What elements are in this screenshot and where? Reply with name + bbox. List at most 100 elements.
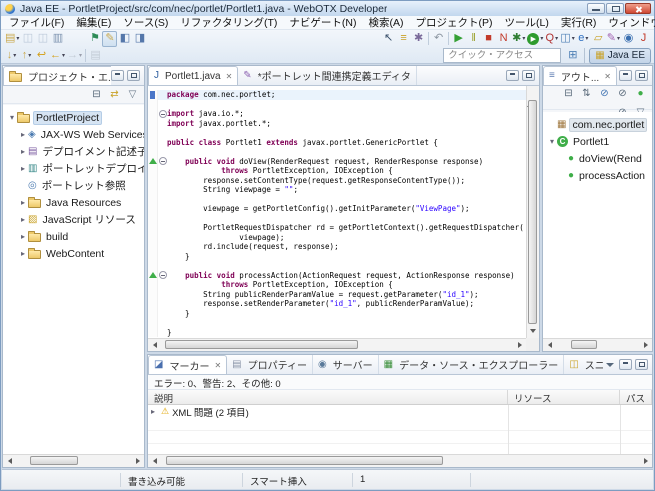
link-with-editor-button[interactable]: ⇄ — [107, 87, 122, 103]
close-button[interactable] — [625, 3, 651, 14]
scroll-right-icon[interactable] — [639, 339, 652, 351]
view-menu-button[interactable]: ▽ — [125, 87, 140, 103]
scrollbar-thumb[interactable] — [528, 100, 537, 324]
outline-item-processaction[interactable]: ●processAction — [543, 167, 652, 184]
tree-item-portlet-reference[interactable]: ◎ポートレット参照 — [3, 177, 144, 194]
collapse-fold-icon[interactable] — [159, 271, 167, 279]
view-menu-button[interactable] — [603, 359, 616, 370]
scroll-left-icon[interactable] — [543, 339, 556, 351]
minimize-view-button[interactable] — [619, 70, 632, 81]
code-line[interactable]: } — [148, 328, 526, 338]
tab-properties[interactable]: ▤プロパティー — [227, 355, 313, 374]
scroll-right-icon[interactable] — [513, 339, 526, 351]
menu-source[interactable]: ソース(S) — [117, 15, 174, 30]
code-line[interactable]: import java.io.*; — [148, 109, 526, 119]
code-editor[interactable]: package com.nec.portlet; import java.io.*… — [148, 86, 526, 338]
java-ee-perspective-button[interactable]: ▦ Java EE — [589, 48, 651, 64]
external-tools-button[interactable]: ✱ — [411, 31, 426, 47]
java-duke-button[interactable]: J — [636, 31, 651, 47]
tree-item-deployment-descriptor[interactable]: ▸▤デプロイメント記述子: Port — [3, 143, 144, 160]
collapse-all-button[interactable]: ⊟ — [89, 87, 104, 103]
collapse-fold-icon[interactable] — [159, 110, 167, 118]
debug-button[interactable]: ✱▾ — [511, 31, 526, 47]
code-line[interactable]: import javax.portlet.*; — [148, 119, 526, 129]
collapse-fold-icon[interactable] — [159, 157, 167, 165]
editor-hscrollbar[interactable] — [148, 338, 526, 351]
menu-project[interactable]: プロジェクト(P) — [409, 15, 498, 30]
save-all-button[interactable]: ◫ — [35, 31, 50, 47]
hide-fields-button[interactable]: ⊘ — [597, 86, 612, 102]
expander-icon[interactable]: ▸ — [18, 215, 28, 224]
code-line[interactable]: String viewpage = ""; — [148, 185, 526, 195]
highlight-toggle-button[interactable]: ✎ — [102, 31, 117, 47]
tree-item-java-resources[interactable]: ▸Java Resources — [3, 194, 144, 211]
close-icon[interactable]: ✕ — [214, 361, 221, 370]
code-line[interactable]: public void processAction(ActionRequest … — [148, 271, 526, 281]
menu-edit[interactable]: 編集(E) — [70, 15, 117, 30]
expander-icon[interactable]: ▸ — [18, 147, 28, 156]
scroll-left-icon[interactable] — [3, 455, 16, 467]
sort-button[interactable]: ⇅ — [579, 86, 594, 102]
minimize-button[interactable] — [587, 3, 605, 14]
internet-explorer-button[interactable]: e▾ — [576, 31, 591, 47]
tab-markers[interactable]: ◪マーカー✕ — [148, 355, 227, 374]
select-tool-button[interactable]: ↖ — [381, 31, 396, 47]
expander-icon[interactable]: ▸ — [148, 407, 158, 416]
print-button[interactable]: ▥ — [50, 31, 65, 47]
expander-icon[interactable]: ▸ — [18, 249, 28, 258]
close-icon[interactable]: ✕ — [226, 72, 233, 81]
tab-portlet1-java[interactable]: JPortlet1.java✕ — [148, 66, 238, 85]
suspend-button[interactable]: ‖ — [466, 31, 481, 47]
code-line[interactable]: viewpage = getPortletConfig().getInitPar… — [148, 204, 526, 214]
minimize-view-button[interactable] — [111, 70, 124, 81]
open-resource-button[interactable]: ▱ — [591, 31, 606, 47]
quick-access-input[interactable] — [443, 48, 561, 63]
editor-vscrollbar[interactable] — [526, 86, 539, 338]
skip-breakpoints-button[interactable]: N — [496, 31, 511, 47]
maximize-view-button[interactable] — [635, 70, 648, 81]
toggle-view-b-button[interactable]: ◨ — [132, 31, 147, 47]
menu-window[interactable]: ウィンドウ(W) — [602, 15, 655, 30]
tree-item-jaxws-web-services[interactable]: ▸◈JAX-WS Web Services — [3, 126, 144, 143]
code-line[interactable] — [148, 261, 526, 271]
annotate-button[interactable]: ✎▾ — [606, 31, 621, 47]
back-button[interactable]: ←▾ — [49, 48, 66, 64]
next-annotation-button[interactable]: ↓▾ — [4, 48, 19, 64]
mark-occurrences-button[interactable]: ≡ — [396, 31, 411, 47]
expander-icon[interactable]: ▸ — [18, 198, 28, 207]
scroll-right-icon[interactable] — [131, 455, 144, 467]
tab-portlet-editor[interactable]: ✎*ポートレット間連携定義エディタ — [238, 66, 417, 85]
code-line[interactable]: String publicRenderParamValue = request.… — [148, 290, 526, 300]
save-button[interactable]: ◫ — [20, 31, 35, 47]
maximize-editor-button[interactable] — [522, 70, 535, 81]
tree-item-build[interactable]: ▸build — [3, 228, 144, 245]
tab-project-explorer[interactable]: プロジェクト・エ...✕ — [3, 66, 111, 85]
code-line[interactable]: public void doView(RenderRequest request… — [148, 157, 526, 167]
column-description[interactable]: 説明 — [148, 390, 508, 404]
code-line[interactable]: public class Portlet1 extends javax.port… — [148, 138, 526, 148]
code-line[interactable]: package com.nec.portlet; — [148, 90, 526, 100]
outline-hscrollbar[interactable] — [543, 338, 652, 351]
scroll-right-icon[interactable] — [639, 455, 652, 467]
code-line[interactable]: response.setRenderParameter("id_1", publ… — [148, 299, 526, 309]
close-icon[interactable]: ✕ — [604, 72, 611, 81]
code-line[interactable]: viewpage); — [148, 233, 526, 243]
code-line[interactable]: throws PortletException, IOException { — [148, 280, 526, 290]
maximize-view-button[interactable] — [635, 359, 648, 370]
code-line[interactable] — [148, 195, 526, 205]
marker-row-xml-problems[interactable]: ▸⚠XML 問題 (2 項目) — [148, 405, 652, 418]
menu-refactor[interactable]: リファクタリング(T) — [174, 15, 283, 30]
tree-item-javascript-resources[interactable]: ▸▨JavaScript リソース — [3, 211, 144, 228]
previous-annotation-button[interactable]: ↑▾ — [19, 48, 34, 64]
new-button[interactable]: ▤▾ — [4, 31, 20, 47]
column-path[interactable]: パス — [620, 390, 652, 404]
outline-item-portlet1[interactable]: ▾CPortlet1 — [543, 133, 652, 150]
code-line[interactable] — [148, 128, 526, 138]
pin-editor-button[interactable]: ▤ — [88, 48, 103, 64]
minimize-editor-button[interactable] — [506, 70, 519, 81]
undo-button[interactable]: ↶ — [431, 31, 446, 47]
scroll-down-icon[interactable] — [530, 329, 536, 333]
tree-item-webcontent[interactable]: ▸WebContent — [3, 245, 144, 262]
forward-button[interactable]: →▾ — [66, 48, 83, 64]
code-line[interactable] — [148, 100, 526, 110]
